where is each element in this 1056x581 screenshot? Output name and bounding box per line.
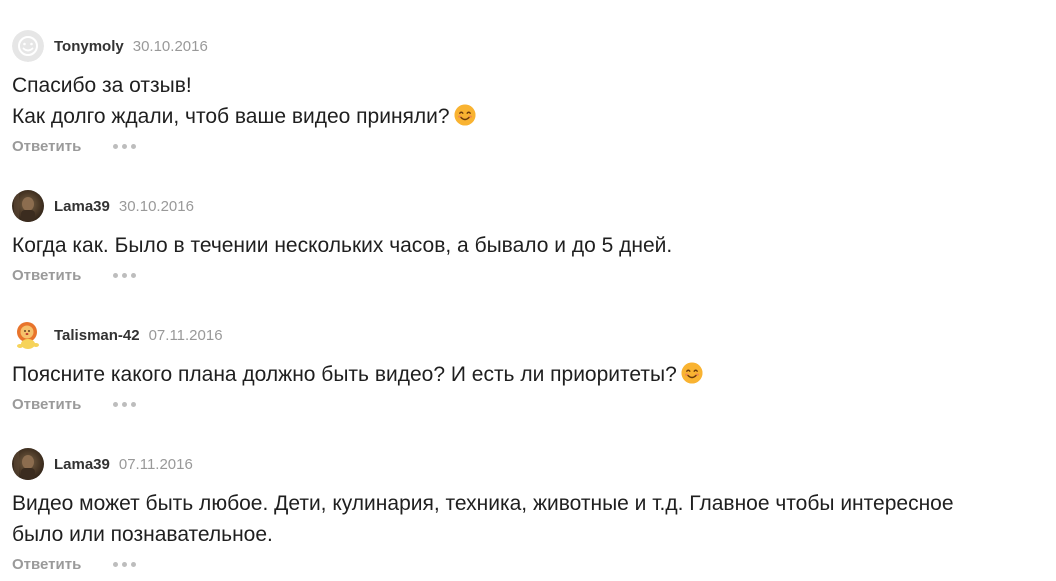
comment-actions: Ответить xyxy=(12,554,1044,574)
avatar[interactable] xyxy=(12,30,44,62)
comment-line: Видео может быть любое. Дети, кулинария,… xyxy=(12,492,954,515)
comment-actions: Ответить xyxy=(12,265,1044,285)
reply-button[interactable]: Ответить xyxy=(12,556,81,573)
comment-header: Talisman-42 07.11.2016 xyxy=(12,319,1044,351)
comment-line: Когда как. Было в течении нескольких час… xyxy=(12,234,673,257)
comment-date: 07.11.2016 xyxy=(118,455,193,473)
comment: Talisman-42 07.11.2016 Поясните какого п… xyxy=(12,319,1044,414)
author-name[interactable]: Lama39 xyxy=(54,456,110,473)
comment-date: 30.10.2016 xyxy=(118,197,194,215)
comment-text: Спасибо за отзыв! Как долго ждали, чтоб … xyxy=(12,70,1044,132)
smiley-placeholder-icon xyxy=(12,30,44,62)
comment-header: Lama39 07.11.2016 xyxy=(12,448,1044,480)
comment-line: Как долго ждали, чтоб ваше видео приняли… xyxy=(12,105,450,128)
photo-avatar-icon xyxy=(12,190,44,222)
author-name[interactable]: Lama39 xyxy=(54,198,110,215)
avatar[interactable] xyxy=(12,448,44,480)
smiling-face-emoji-icon xyxy=(681,362,703,384)
comment-line: Поясните какого плана должно быть видео?… xyxy=(12,363,677,386)
lion-cub-avatar-icon xyxy=(12,319,44,351)
comment-date: 30.10.2016 xyxy=(132,37,208,55)
comment-text: Поясните какого плана должно быть видео?… xyxy=(12,359,1044,390)
comment-actions: Ответить xyxy=(12,394,1044,414)
photo-avatar-icon xyxy=(12,448,44,480)
comment: Lama39 07.11.2016 Видео может быть любое… xyxy=(12,448,1044,574)
avatar[interactable] xyxy=(12,319,44,351)
reply-button[interactable]: Ответить xyxy=(12,396,81,413)
comment: Lama39 30.10.2016 Когда как. Было в тече… xyxy=(12,190,1044,285)
comment-text: Видео может быть любое. Дети, кулинария,… xyxy=(12,488,1044,550)
author-name[interactable]: Tonymoly xyxy=(54,38,124,55)
more-options-icon[interactable] xyxy=(113,558,137,571)
more-options-icon[interactable] xyxy=(113,398,137,411)
comment-thread: Tonymoly 30.10.2016 Спасибо за отзыв! Ка… xyxy=(0,0,1056,581)
comment-line: было или познавательное. xyxy=(12,523,273,546)
more-options-icon[interactable] xyxy=(113,269,137,282)
avatar[interactable] xyxy=(12,190,44,222)
more-options-icon[interactable] xyxy=(113,140,137,153)
reply-button[interactable]: Ответить xyxy=(12,138,81,155)
reply-button[interactable]: Ответить xyxy=(12,267,81,284)
smiling-face-emoji-icon xyxy=(454,104,476,126)
comment-header: Lama39 30.10.2016 xyxy=(12,190,1044,222)
comment: Tonymoly 30.10.2016 Спасибо за отзыв! Ка… xyxy=(12,30,1044,156)
comment-date: 07.11.2016 xyxy=(148,326,223,344)
comment-header: Tonymoly 30.10.2016 xyxy=(12,30,1044,62)
comment-line: Спасибо за отзыв! xyxy=(12,74,192,97)
comment-text: Когда как. Было в течении нескольких час… xyxy=(12,230,1044,261)
comment-actions: Ответить xyxy=(12,136,1044,156)
author-name[interactable]: Talisman-42 xyxy=(54,327,140,344)
